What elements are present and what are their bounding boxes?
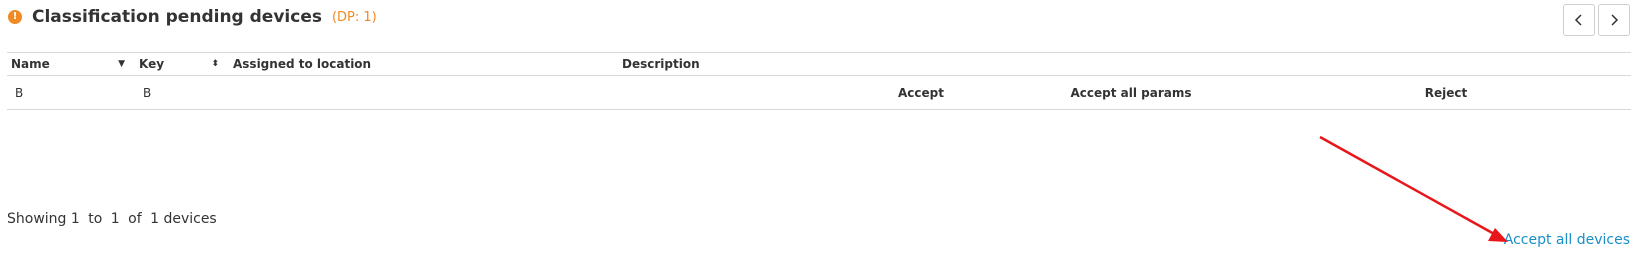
- summary-of: of: [128, 211, 142, 227]
- column-header-description[interactable]: Description: [618, 53, 841, 76]
- chevron-right-icon: [1611, 14, 1619, 26]
- column-header-key[interactable]: Key ⬍: [135, 53, 229, 76]
- cell-location: [229, 76, 618, 110]
- table-row: B B Accept Accept all params Reject: [7, 76, 1631, 110]
- column-label-description: Description: [622, 57, 700, 71]
- cell-key: B: [143, 85, 152, 100]
- reject-link[interactable]: Reject: [1261, 76, 1631, 110]
- column-header-blank: [841, 53, 1001, 76]
- page-header: ! Classification pending devices (DP: 1): [8, 0, 377, 34]
- sort-descending-icon[interactable]: ▼: [118, 59, 125, 69]
- column-label-key: Key: [139, 57, 165, 71]
- accept-link[interactable]: Accept: [841, 76, 1001, 110]
- annotation-arrow-icon: [1319, 135, 1508, 242]
- pending-devices-table: Name ▼ Key ⬍ Assigned to location Descri…: [7, 52, 1631, 110]
- pagination-summary: Showing 1 to 1 of 1 devices: [7, 211, 221, 227]
- accept-all-devices-link[interactable]: Accept all devices: [1504, 232, 1630, 248]
- column-label-location: Assigned to location: [233, 57, 372, 71]
- column-label-name: Name: [11, 57, 50, 71]
- sort-both-icon[interactable]: ⬍: [211, 59, 219, 69]
- table-header-row: Name ▼ Key ⬍ Assigned to location Descri…: [7, 52, 1631, 76]
- page-title: Classification pending devices: [32, 7, 322, 27]
- summary-to: to: [88, 211, 103, 227]
- previous-page-button[interactable]: [1563, 4, 1595, 36]
- dp-badge: (DP: 1): [331, 9, 377, 25]
- next-page-button[interactable]: [1598, 4, 1630, 36]
- accept-all-params-link[interactable]: Accept all params: [1001, 76, 1261, 110]
- column-header-blank: [1261, 53, 1631, 76]
- pagination-controls: [1563, 4, 1630, 36]
- column-header-blank: [1001, 53, 1261, 76]
- cell-name: B: [15, 85, 24, 100]
- summary-end: 1: [110, 211, 120, 227]
- exclamation-circle-icon: !: [8, 10, 22, 24]
- chevron-left-icon: [1574, 14, 1582, 26]
- cell-description: [618, 76, 841, 110]
- summary-showing: Showing 1: [7, 211, 80, 227]
- column-header-name[interactable]: Name ▼: [7, 53, 135, 76]
- summary-total: 1 devices: [150, 211, 217, 227]
- column-header-location[interactable]: Assigned to location: [229, 53, 618, 76]
